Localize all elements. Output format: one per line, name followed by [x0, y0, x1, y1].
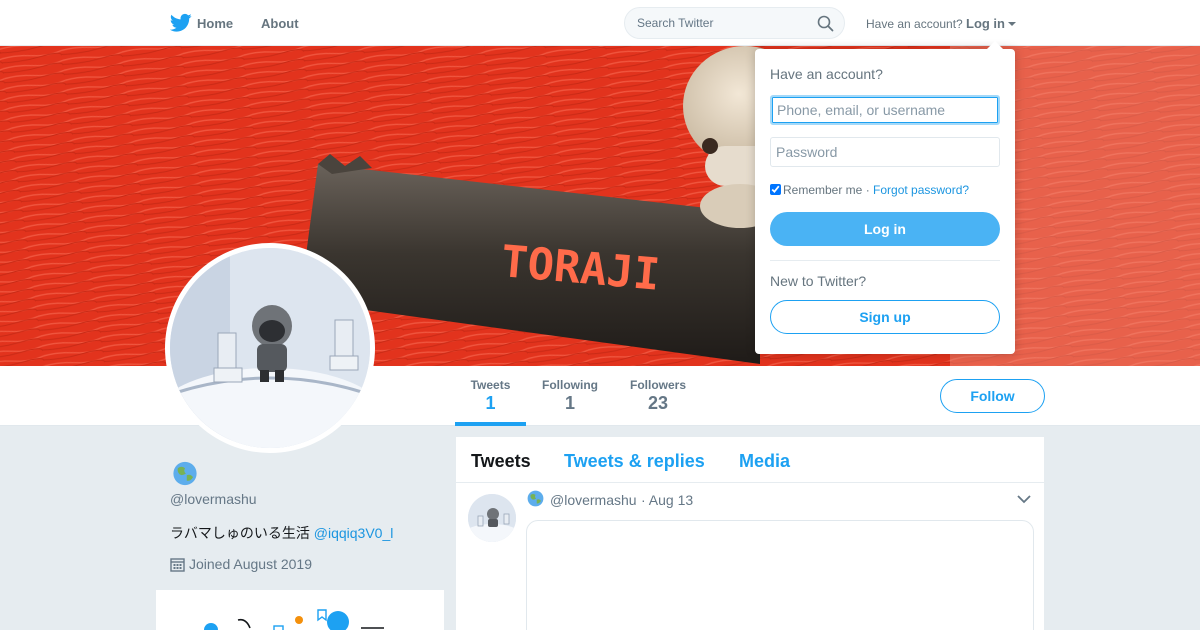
- bio-mention-link[interactable]: @iqqiq3V0_l: [314, 525, 394, 541]
- new-to-twitter-text: New to Twitter?: [770, 273, 867, 289]
- login-dropdown-title: Have an account?: [770, 66, 883, 82]
- search-icon[interactable]: [817, 15, 834, 32]
- password-field[interactable]: [770, 137, 1000, 167]
- forgot-password-link[interactable]: Forgot password?: [873, 183, 969, 197]
- dropdown-divider: [770, 260, 1000, 261]
- username-field[interactable]: [770, 95, 1000, 125]
- tab-tweets[interactable]: Tweets: [471, 451, 531, 472]
- stat-tweets[interactable]: Tweets 1: [455, 378, 526, 426]
- globe-emoji-icon: [173, 461, 197, 486]
- stat-followers-value: 23: [647, 393, 669, 413]
- nav-home-link[interactable]: Home: [197, 16, 233, 31]
- top-nav: Home About Have an account? Log in: [0, 0, 1200, 46]
- separator-dot: ·: [862, 183, 874, 197]
- login-button[interactable]: Log in: [770, 212, 1000, 246]
- profile-bio: ラバマしゅのいる生活 @iqqiq3V0_l: [170, 523, 393, 543]
- stat-following[interactable]: Following 1: [535, 378, 605, 414]
- stat-following-label: Following: [542, 378, 598, 392]
- login-dropdown-toggle[interactable]: Log in: [966, 16, 1016, 31]
- remember-me-label[interactable]: Remember me: [783, 183, 862, 197]
- joined-date: Joined August 2019: [170, 556, 312, 572]
- side-promo-box: [156, 590, 444, 630]
- stat-following-value: 1: [564, 393, 575, 413]
- timeline-tabs: Tweets Tweets & replies Media: [456, 437, 1044, 483]
- dropdown-caret: [987, 41, 1003, 49]
- stat-tweets-label: Tweets: [470, 378, 511, 392]
- avatar-image: [170, 248, 370, 448]
- timeline: Tweets Tweets & replies Media @lovermash…: [456, 437, 1044, 630]
- search-input[interactable]: [637, 16, 812, 30]
- bio-text: ラバマしゅのいる生活: [170, 525, 314, 541]
- profile-avatar[interactable]: [165, 243, 375, 453]
- stat-tweets-value: 1: [485, 393, 496, 413]
- chevron-down-icon[interactable]: [1017, 494, 1031, 504]
- tweet-date[interactable]: · Aug 13: [641, 492, 693, 508]
- chevron-down-icon: [1008, 22, 1016, 26]
- stat-followers[interactable]: Followers 23: [623, 378, 693, 414]
- profile-handle[interactable]: @lovermashu: [170, 491, 257, 507]
- tab-media[interactable]: Media: [739, 451, 790, 472]
- tweet-avatar[interactable]: [468, 494, 516, 542]
- nav-about-link[interactable]: About: [261, 16, 299, 31]
- tab-tweets-replies[interactable]: Tweets & replies: [564, 451, 705, 472]
- login-toggle-label: Log in: [966, 16, 1005, 31]
- globe-emoji-icon: [527, 490, 544, 507]
- twitter-bird-icon[interactable]: [170, 13, 192, 33]
- tweet-handle[interactable]: @lovermashu: [550, 492, 637, 508]
- login-dropdown: Have an account? Remember me · Forgot pa…: [755, 41, 1015, 354]
- promo-illustration: [204, 609, 384, 630]
- search-box[interactable]: [624, 7, 845, 39]
- remember-me-checkbox[interactable]: [770, 184, 781, 195]
- tweet-media-card[interactable]: [526, 520, 1034, 630]
- calendar-icon: [170, 558, 185, 572]
- have-account-text: Have an account?: [866, 17, 963, 31]
- joined-text: Joined August 2019: [189, 556, 312, 572]
- signup-button[interactable]: Sign up: [770, 300, 1000, 334]
- remember-row: Remember me · Forgot password?: [770, 183, 969, 197]
- stat-followers-label: Followers: [629, 378, 686, 392]
- follow-button[interactable]: Follow: [940, 379, 1045, 413]
